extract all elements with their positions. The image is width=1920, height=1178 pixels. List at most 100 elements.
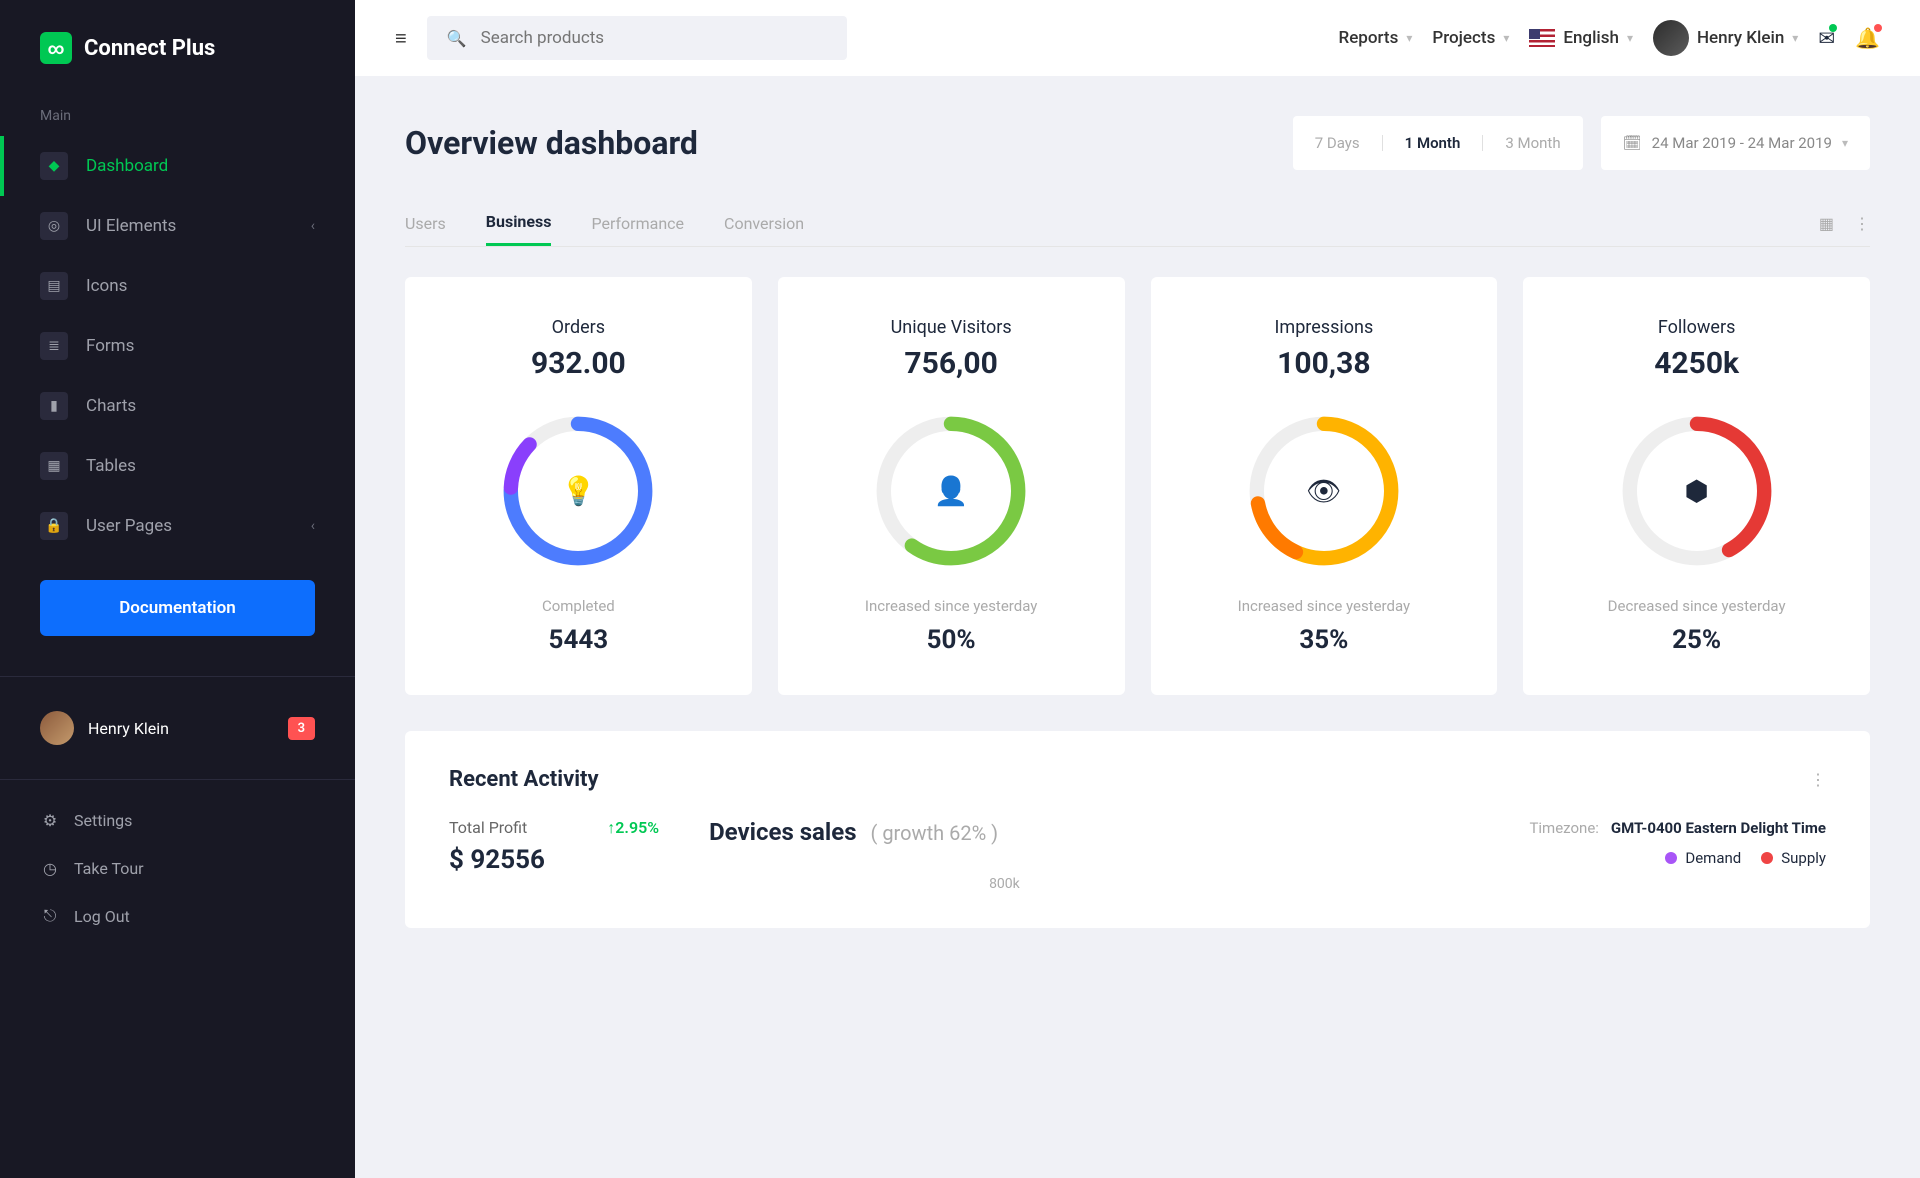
compass-icon: ◷	[40, 858, 60, 878]
calendar-icon: 🗓	[1623, 134, 1642, 152]
language-label: English	[1563, 28, 1619, 48]
sidebar-item-dashboard[interactable]: ◆ Dashboard	[0, 136, 355, 196]
legend-label: Supply	[1781, 849, 1826, 867]
gauge-followers: ⬢	[1617, 411, 1777, 571]
search-box[interactable]: 🔍	[427, 16, 847, 60]
bulb-icon: 💡	[561, 475, 596, 508]
menu-toggle-button[interactable]: ≡	[395, 26, 407, 51]
y-axis-tick: 800k	[989, 876, 1479, 892]
sidebar-profile[interactable]: Henry Klein 3	[0, 693, 355, 763]
sidebar-item-icons[interactable]: ▤ Icons	[0, 256, 355, 316]
tab-users[interactable]: Users	[405, 202, 446, 245]
reports-dropdown[interactable]: Reports ▾	[1339, 28, 1413, 48]
user-name: Henry Klein	[1697, 28, 1784, 48]
period-1month[interactable]: 1 Month	[1405, 134, 1461, 152]
notifications-button[interactable]: 🔔	[1855, 26, 1880, 50]
legend-dot	[1761, 852, 1773, 864]
nav-label: Forms	[86, 336, 315, 356]
grid-view-icon[interactable]: ▦	[1819, 214, 1834, 233]
lock-icon: 🔒	[40, 512, 68, 540]
nav-label: Dashboard	[86, 156, 315, 176]
messages-button[interactable]: ✉	[1818, 26, 1835, 50]
more-icon[interactable]: ⋮	[1854, 214, 1870, 233]
card-sub: Completed	[431, 597, 726, 615]
date-range-picker[interactable]: 🗓 24 Mar 2019 - 24 Mar 2019 ▾	[1601, 116, 1870, 170]
divider	[0, 779, 355, 780]
chevron-down-icon: ▾	[1406, 31, 1412, 45]
eye-icon: 👁	[1306, 475, 1342, 508]
nav-label: User Pages	[86, 516, 293, 536]
bars-icon: ▮	[40, 392, 68, 420]
sidebar-take-tour[interactable]: ◷ Take Tour	[0, 844, 355, 892]
profile-name: Henry Klein	[88, 719, 274, 738]
separator	[1482, 135, 1483, 151]
nav-label: UI Elements	[86, 216, 293, 236]
card-metric: 25%	[1549, 625, 1844, 655]
sidebar-item-ui-elements[interactable]: ◎ UI Elements ‹	[0, 196, 355, 256]
tab-performance[interactable]: Performance	[591, 202, 684, 245]
documentation-button[interactable]: Documentation	[40, 580, 315, 636]
page-title: Overview dashboard	[405, 124, 698, 162]
card-value: 756,00	[804, 346, 1099, 381]
nav-section-label: Main	[0, 96, 355, 136]
search-input[interactable]	[481, 28, 827, 48]
card-value: 932.00	[431, 346, 726, 381]
period-3month[interactable]: 3 Month	[1505, 134, 1560, 152]
content: Overview dashboard 7 Days 1 Month 3 Mont…	[355, 76, 1920, 1178]
card-title: Orders	[431, 317, 726, 338]
sidebar-logout[interactable]: ⎋ Log Out	[0, 892, 355, 940]
grid-icon: ▦	[40, 452, 68, 480]
card-visitors: Unique Visitors 756,00 👤 Increased since…	[778, 277, 1125, 695]
main: ≡ 🔍 Reports ▾ Projects ▾ English ▾ Henry…	[355, 0, 1920, 1178]
chevron-down-icon: ▾	[1627, 31, 1633, 45]
sidebar: ∞ Connect Plus Main ◆ Dashboard ◎ UI Ele…	[0, 0, 355, 1178]
logout-icon: ⎋	[40, 906, 60, 926]
profit-change: ↑2.95%	[607, 818, 659, 838]
user-dropdown[interactable]: Henry Klein ▾	[1653, 20, 1798, 56]
nav-label: Icons	[86, 276, 315, 296]
more-icon[interactable]: ⋮	[1810, 770, 1826, 789]
projects-dropdown[interactable]: Projects ▾	[1432, 28, 1509, 48]
search-icon: 🔍	[447, 29, 467, 48]
legend-dot	[1665, 852, 1677, 864]
us-flag-icon	[1529, 29, 1555, 47]
cube-icon: ◆	[40, 152, 68, 180]
logo-icon: ∞	[40, 32, 72, 64]
tab-business[interactable]: Business	[486, 200, 552, 246]
sidebar-settings[interactable]: ⚙ Settings	[0, 796, 355, 844]
card-value: 4250k	[1549, 346, 1844, 381]
sidebar-item-charts[interactable]: ▮ Charts	[0, 376, 355, 436]
card-orders: Orders 932.00 💡 Completed 5443	[405, 277, 752, 695]
nav-label: Tables	[86, 456, 315, 476]
tab-conversion[interactable]: Conversion	[724, 202, 804, 245]
period-selector: 7 Days 1 Month 3 Month	[1293, 116, 1583, 170]
tabs-row: Users Business Performance Conversion ▦ …	[405, 200, 1870, 247]
period-7days[interactable]: 7 Days	[1315, 134, 1360, 152]
logo-text: Connect Plus	[84, 36, 215, 61]
language-dropdown[interactable]: English ▾	[1529, 28, 1633, 48]
status-dot	[1829, 24, 1837, 32]
gauge-visitors: 👤	[871, 411, 1031, 571]
page-header: Overview dashboard 7 Days 1 Month 3 Mont…	[405, 116, 1870, 170]
sidebar-item-tables[interactable]: ▦ Tables	[0, 436, 355, 496]
chevron-down-icon: ▾	[1503, 31, 1509, 45]
gauge-orders: 💡	[498, 411, 658, 571]
logo[interactable]: ∞ Connect Plus	[0, 0, 355, 96]
profit-label: Total Profit	[449, 818, 527, 837]
status-dot	[1874, 24, 1882, 32]
devices-growth: ( growth 62% )	[871, 821, 999, 845]
sidebar-item-forms[interactable]: ≣ Forms	[0, 316, 355, 376]
topbar: ≡ 🔍 Reports ▾ Projects ▾ English ▾ Henry…	[355, 0, 1920, 76]
footer-label: Take Tour	[74, 859, 144, 878]
header-controls: 7 Days 1 Month 3 Month 🗓 24 Mar 2019 - 2…	[1293, 116, 1870, 170]
date-range-label: 24 Mar 2019 - 24 Mar 2019	[1652, 134, 1832, 152]
legend-demand: Demand	[1665, 849, 1741, 867]
card-icon: ▤	[40, 272, 68, 300]
chevron-down-icon: ▾	[1842, 136, 1848, 150]
profit-value: $ 92556	[449, 845, 659, 875]
sidebar-item-user-pages[interactable]: 🔒 User Pages ‹	[0, 496, 355, 556]
chevron-left-icon: ‹	[311, 218, 315, 234]
gauge-impressions: 👁	[1244, 411, 1404, 571]
legend-label: Demand	[1685, 849, 1741, 867]
stat-cards: Orders 932.00 💡 Completed 5443 Unique Vi…	[405, 277, 1870, 695]
